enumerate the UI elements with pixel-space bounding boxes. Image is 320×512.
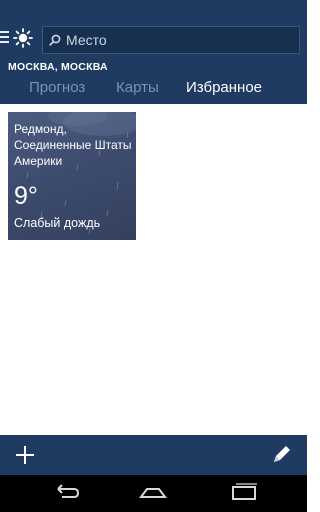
edit-pencil-icon[interactable] xyxy=(268,442,294,468)
menu-icon[interactable] xyxy=(0,31,10,47)
back-icon[interactable] xyxy=(50,483,80,503)
tab-forecast[interactable]: Прогноз xyxy=(29,79,85,96)
home-icon[interactable] xyxy=(138,483,168,503)
tab-favorites[interactable]: Избранное xyxy=(186,79,262,96)
search-input[interactable] xyxy=(66,32,299,48)
tile-temperature: 9° xyxy=(14,182,38,210)
sun-icon xyxy=(13,28,33,48)
tab-maps[interactable]: Карты xyxy=(116,79,159,96)
search-box[interactable] xyxy=(42,26,300,54)
search-icon xyxy=(49,34,61,46)
tab-bar: Прогноз Карты Избранное xyxy=(0,79,307,101)
system-nav-bar xyxy=(0,475,307,512)
recents-icon[interactable] xyxy=(229,483,259,503)
app-bar xyxy=(0,435,307,475)
app-header: МОСКВА, МОСКВА Прогноз Карты Избранное xyxy=(0,0,307,104)
add-icon[interactable] xyxy=(12,443,38,467)
favorite-tile[interactable]: Редмонд, Соединенные Штаты Америки 9° Сл… xyxy=(8,112,136,240)
current-location: МОСКВА, МОСКВА xyxy=(8,61,108,73)
tile-condition: Слабый дождь xyxy=(14,216,101,230)
tile-city-name: Редмонд, Соединенные Штаты Америки xyxy=(14,122,132,168)
